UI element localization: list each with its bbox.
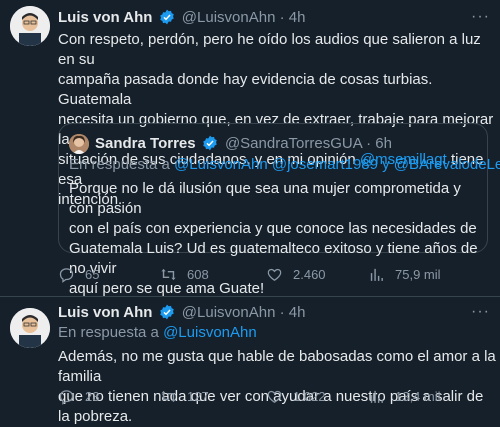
verified-icon [159, 9, 175, 30]
avatar-icon [10, 6, 50, 46]
verified-icon [159, 304, 175, 325]
separator-dot: · [279, 9, 285, 26]
reply-button[interactable]: 23 [58, 388, 99, 405]
tweet-header: Luis von Ahn @LuisvonAhn · 4h [58, 9, 305, 30]
retweet-icon [161, 268, 176, 281]
text-line: Además, no me gusta que hable de babosad… [58, 348, 496, 385]
tweet-header: Luis von Ahn @LuisvonAhn · 4h [58, 304, 305, 325]
quoted-tweet[interactable]: Sandra Torres @SandraTorresGUA · 6h En r… [58, 123, 500, 297]
author-handle[interactable]: @LuisvonAhn [182, 9, 276, 26]
reply-mentions[interactable]: @LuisvonAhn [163, 324, 257, 341]
text-line: con el país con experiencia y que conoce… [69, 220, 477, 237]
tweet-luis-2[interactable]: Luis von Ahn @LuisvonAhn · 4h ··· En res… [0, 297, 500, 425]
like-count: 1.022 [293, 389, 326, 404]
view-count: 13,4 mil [395, 389, 441, 404]
like-count: 2.460 [293, 267, 326, 282]
reply-icon [59, 390, 74, 405]
reply-context: En respuesta a @LuisvonAhn @josemart1989… [69, 156, 500, 173]
retweet-button[interactable]: 127 [160, 388, 209, 405]
avatar-icon [10, 308, 50, 348]
text-line: campaña pasada donde hay evidencia de co… [58, 71, 433, 108]
heart-icon [267, 390, 282, 403]
author-name[interactable]: Luis von Ahn [58, 304, 152, 321]
like-button[interactable]: 1.022 [266, 388, 326, 405]
quote-header: Sandra Torres @SandraTorresGUA · 6h [95, 135, 392, 156]
author-name[interactable]: Sandra Torres [95, 135, 196, 152]
retweet-count: 127 [187, 389, 209, 404]
more-options-icon[interactable]: ··· [471, 8, 490, 26]
like-button[interactable]: 2.460 [266, 266, 326, 283]
timestamp[interactable]: 4h [289, 9, 306, 26]
more-options-icon[interactable]: ··· [471, 303, 490, 321]
author-handle[interactable]: @LuisvonAhn [182, 304, 276, 321]
separator-dot: · [366, 135, 372, 152]
author-handle[interactable]: @SandraTorresGUA [225, 135, 362, 152]
views-icon [370, 390, 383, 403]
reply-prefix: En respuesta a [58, 324, 164, 341]
verified-icon [202, 135, 218, 156]
reply-count: 65 [85, 267, 100, 282]
timestamp[interactable]: 4h [289, 304, 306, 321]
avatar-icon [69, 134, 89, 154]
reply-mentions[interactable]: @LuisvonAhn @josemart1989 y @BArevalodeL… [174, 156, 500, 173]
avatar[interactable] [10, 308, 50, 348]
view-count: 75,9 mil [395, 267, 441, 282]
separator-dot: · [279, 304, 285, 321]
tweet-actions: 23 127 1.022 13,4 mil [58, 388, 488, 408]
timestamp[interactable]: 6h [375, 135, 392, 152]
views-icon [370, 268, 383, 281]
views-button[interactable]: 13,4 mil [368, 388, 441, 405]
views-button[interactable]: 75,9 mil [368, 266, 441, 283]
author-name[interactable]: Luis von Ahn [58, 9, 152, 26]
quote-avatar[interactable] [69, 134, 89, 154]
avatar[interactable] [10, 6, 50, 46]
reply-prefix: En respuesta a [69, 156, 175, 173]
retweet-button[interactable]: 608 [160, 266, 209, 283]
tweet-text: Además, no me gusta que hable de babosad… [58, 347, 498, 427]
reply-button[interactable]: 65 [58, 266, 99, 283]
retweet-icon [161, 390, 176, 403]
text-line: Porque no le dá ilusión que sea una muje… [69, 180, 461, 217]
reply-count: 23 [85, 389, 100, 404]
reply-icon [59, 268, 74, 283]
tweet-luis-1[interactable]: Luis von Ahn @LuisvonAhn · 4h ··· Con re… [0, 0, 500, 300]
retweet-count: 608 [187, 267, 209, 282]
reply-context: En respuesta a @LuisvonAhn [58, 324, 257, 341]
text-line: Con respeto, perdón, pero he oído los au… [58, 31, 481, 68]
tweet-actions: 65 608 2.460 75,9 mil [58, 266, 488, 286]
heart-icon [267, 268, 282, 281]
